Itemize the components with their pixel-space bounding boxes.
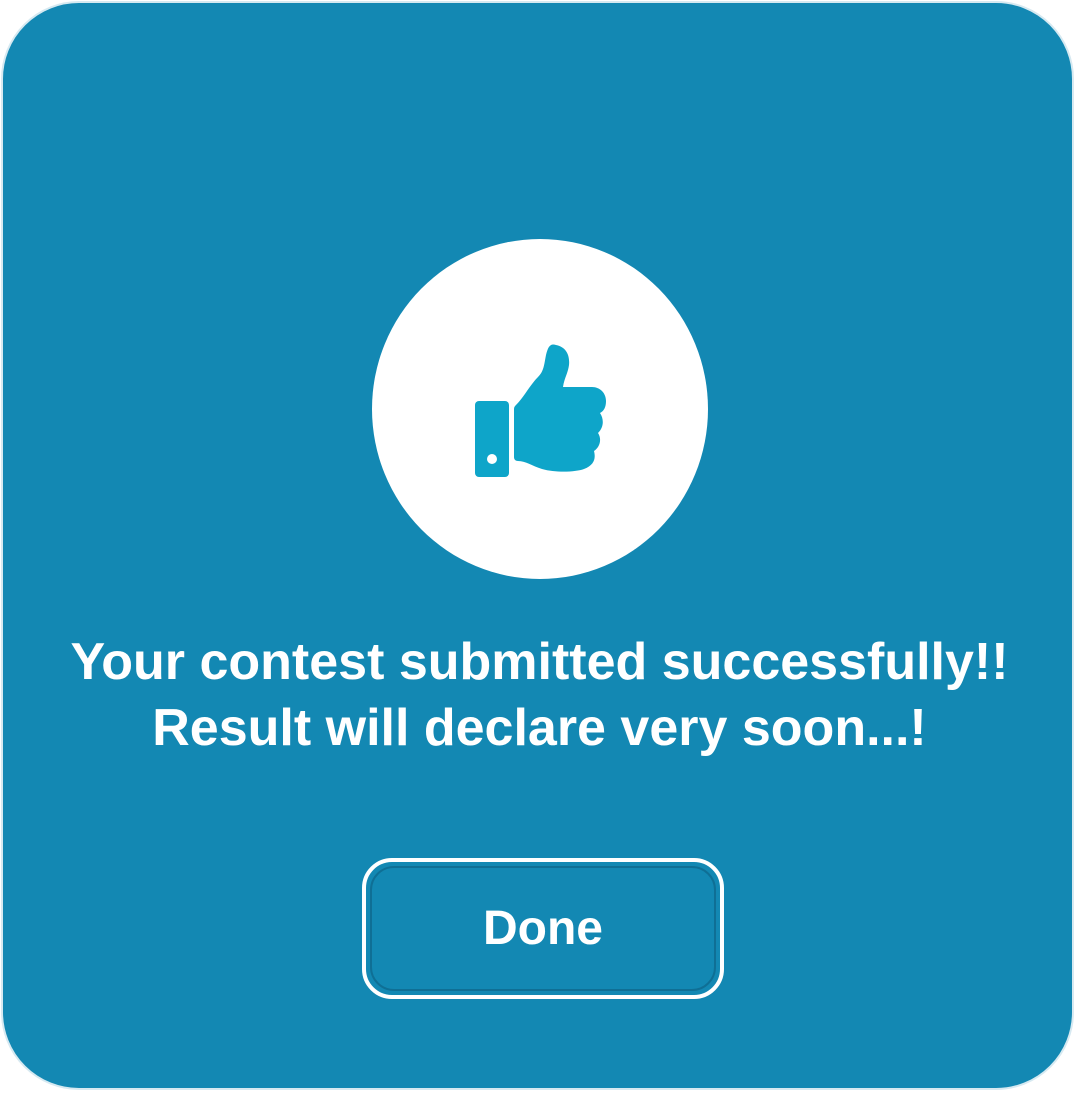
- thumbs-up-icon: [475, 344, 606, 477]
- success-dialog: Your contest submitted successfully!! Re…: [1, 1, 1074, 1090]
- success-message: Your contest submitted successfully!! Re…: [3, 629, 1076, 761]
- message-line-1: Your contest submitted successfully!!: [70, 633, 1009, 691]
- done-button[interactable]: Done: [362, 858, 724, 999]
- message-line-2: Result will declare very soon...!: [152, 699, 927, 757]
- icon-circle: [372, 239, 708, 579]
